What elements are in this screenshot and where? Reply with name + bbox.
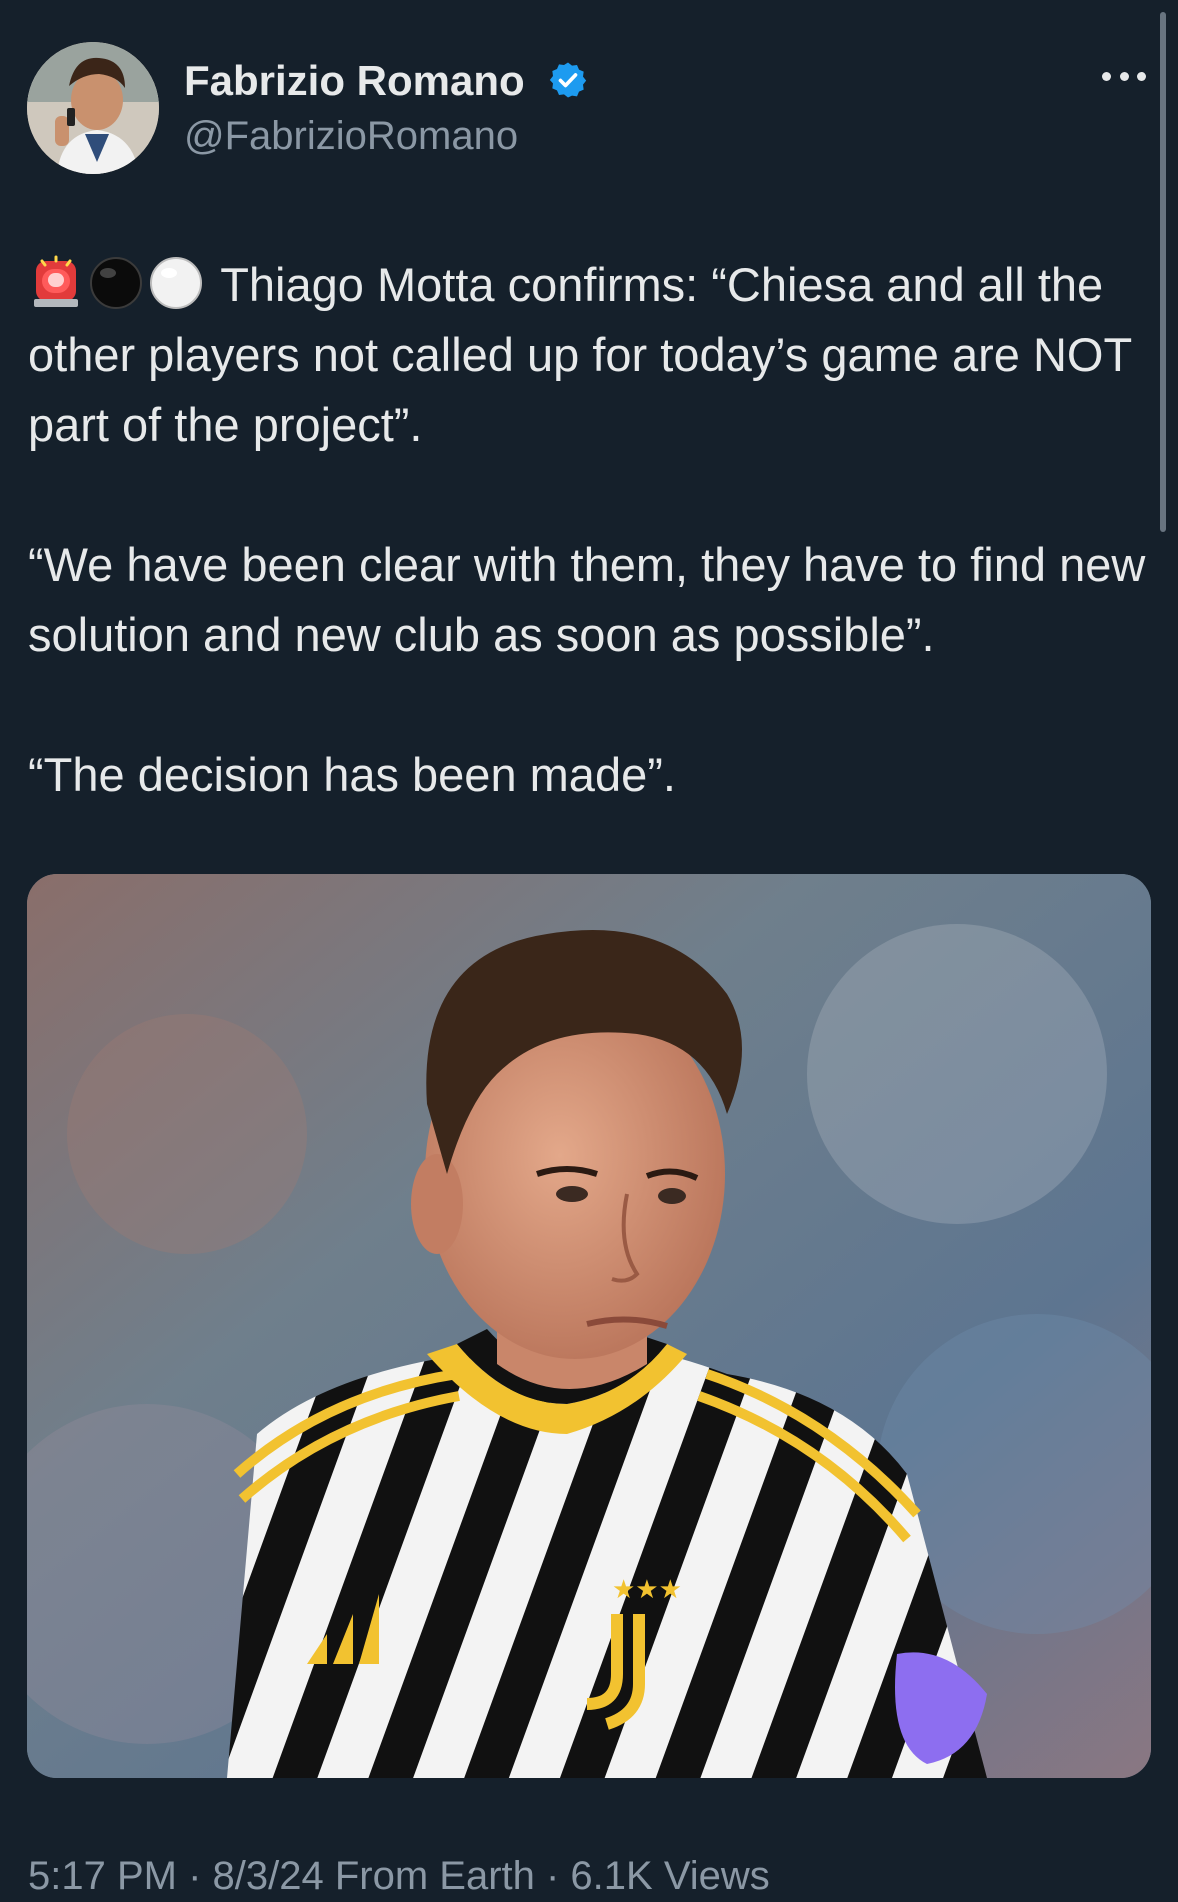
tweet: Fabrizio Romano @FabrizioRomano Thiago M…	[0, 0, 1178, 1898]
black-circle-emoji-icon	[88, 255, 144, 311]
football-player-photo-icon: ★★★	[27, 874, 1151, 1778]
white-circle-emoji-icon	[148, 255, 204, 311]
tweet-text: Thiago Motta confirms: “Chiesa and all t…	[28, 250, 1158, 810]
author-handle[interactable]: @FabrizioRomano	[184, 110, 518, 162]
tweet-paragraph: “The decision has been made”.	[28, 748, 676, 801]
tweet-paragraph: Thiago Motta confirms: “Chiesa and all t…	[28, 250, 1158, 460]
author-display-name[interactable]: Fabrizio Romano	[184, 54, 525, 108]
more-dot	[1102, 71, 1111, 81]
tweet-media-photo[interactable]: ★★★	[27, 874, 1151, 1778]
tweet-meta-line: 5:17 PM · 8/3/24 From Earth · 6.1K Views	[28, 1854, 770, 1898]
svg-text:★★★: ★★★	[612, 1575, 682, 1605]
scrollbar[interactable]	[1160, 12, 1166, 532]
avatar[interactable]	[27, 42, 159, 174]
more-dot	[1137, 71, 1146, 81]
profile-photo-icon	[27, 42, 159, 174]
more-horizontal-icon[interactable]	[1102, 66, 1146, 86]
more-dot	[1119, 71, 1129, 81]
police-light-emoji-icon	[28, 255, 84, 311]
tweet-paragraph: “We have been clear with them, they have…	[28, 538, 1146, 661]
verified-badge-icon	[549, 62, 587, 98]
